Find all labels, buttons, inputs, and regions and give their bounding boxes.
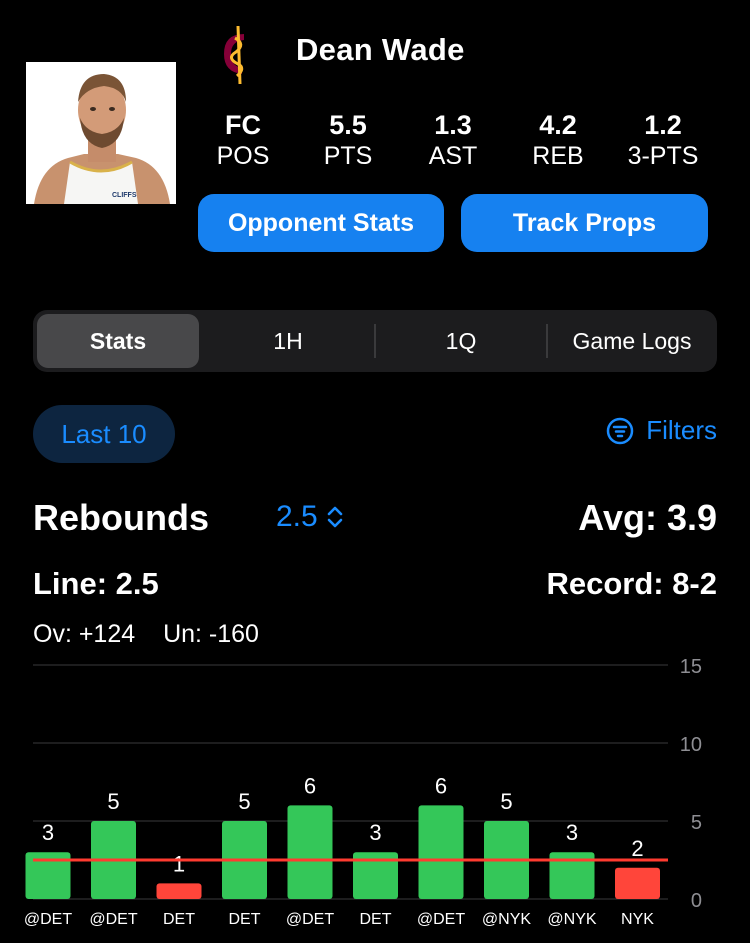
x-tick-label: DET: [229, 911, 261, 928]
stat-value: 4.2: [539, 110, 577, 140]
stat-3pts: 1.2 3-PTS: [613, 110, 713, 171]
chevron-up-down-icon: [327, 506, 343, 528]
tab-divider: [374, 324, 376, 358]
filters-button[interactable]: Filters: [606, 415, 717, 446]
x-tick-label: DET: [163, 911, 195, 928]
player-headshot: CLIFFS: [26, 62, 176, 204]
y-tick-label: 5: [691, 812, 702, 834]
stat-value: 5.5: [329, 110, 367, 140]
tab-1h[interactable]: 1H: [203, 314, 373, 368]
jersey-text: CLIFFS: [112, 192, 137, 199]
tab-game-logs[interactable]: Game Logs: [549, 314, 715, 368]
stat-ast: 1.3 AST: [403, 110, 503, 171]
last-10-pill[interactable]: Last 10: [33, 405, 175, 463]
record-value: Record: 8-2: [546, 566, 717, 601]
player-name: Dean Wade: [296, 32, 465, 67]
bar-value-label: 2: [631, 836, 643, 861]
line-picker-value: 2.5: [276, 500, 318, 533]
odds-row: Ov: +124 Un: -160: [33, 620, 259, 649]
stat-value: 1.3: [434, 110, 472, 140]
tab-stats[interactable]: Stats: [37, 314, 199, 368]
over-odds: Ov: +124: [33, 620, 136, 648]
metric-title: Rebounds: [33, 497, 209, 538]
stat-label: AST: [428, 142, 478, 170]
stat-label: PTS: [323, 142, 373, 170]
opponent-stats-button[interactable]: Opponent Stats: [198, 194, 444, 252]
bar-value-label: 3: [42, 820, 54, 845]
stat-label: 3-PTS: [627, 142, 699, 170]
x-tick-label: DET: [360, 911, 392, 928]
rebounds-bar-chart: 0 5 10 15 3 @DET 5 @DET 1 DET 5 DET 6 @DET 3 DET 6 @DET 5 @…: [24, 656, 702, 928]
stat-label: REB: [532, 142, 584, 170]
bar-value-label: 3: [369, 820, 381, 845]
stat-reb: 4.2 REB: [508, 110, 608, 171]
x-tick-label: @DET: [417, 911, 465, 928]
x-tick-label: @DET: [286, 911, 334, 928]
filters-label: Filters: [646, 415, 717, 445]
y-tick-label: 10: [680, 734, 702, 756]
line-value: Line: 2.5: [33, 566, 159, 601]
team-logo-icon: [218, 24, 254, 86]
stat-value: 1.2: [644, 110, 682, 140]
x-tick-label: NYK: [621, 911, 654, 928]
track-props-button[interactable]: Track Props: [461, 194, 708, 252]
filter-icon: [606, 417, 634, 444]
bar-value-label: 5: [500, 789, 512, 814]
stat-value: FC: [225, 110, 261, 140]
x-tick-label: @DET: [24, 911, 72, 928]
bar-value-label: 6: [304, 773, 316, 798]
line-picker[interactable]: 2.5: [276, 500, 344, 534]
under-odds: Un: -160: [163, 620, 259, 648]
x-tick-label: @DET: [89, 911, 137, 928]
bar-value-label: 3: [566, 820, 578, 845]
chart-bar: [418, 805, 464, 899]
bar-value-label: 6: [435, 773, 447, 798]
x-tick-label: @NYK: [482, 911, 531, 928]
bar-value-label: 5: [107, 789, 119, 814]
tab-divider: [546, 324, 548, 358]
average-value: Avg: 3.9: [578, 497, 717, 538]
stat-pts: 5.5 PTS: [298, 110, 398, 171]
chart-bar: [615, 867, 660, 899]
bar-value-label: 1: [173, 851, 185, 876]
stat-pos: FC POS: [193, 110, 293, 171]
y-tick-label: 0: [691, 890, 702, 912]
stat-label: POS: [216, 142, 270, 170]
chart-bar: [156, 883, 202, 899]
stats-tab-bar: Stats 1H 1Q Game Logs: [33, 310, 717, 372]
chart-bar: [287, 805, 333, 899]
y-tick-label: 15: [680, 656, 702, 678]
tab-1q[interactable]: 1Q: [377, 314, 545, 368]
x-tick-label: @NYK: [547, 911, 596, 928]
bar-value-label: 5: [238, 789, 250, 814]
